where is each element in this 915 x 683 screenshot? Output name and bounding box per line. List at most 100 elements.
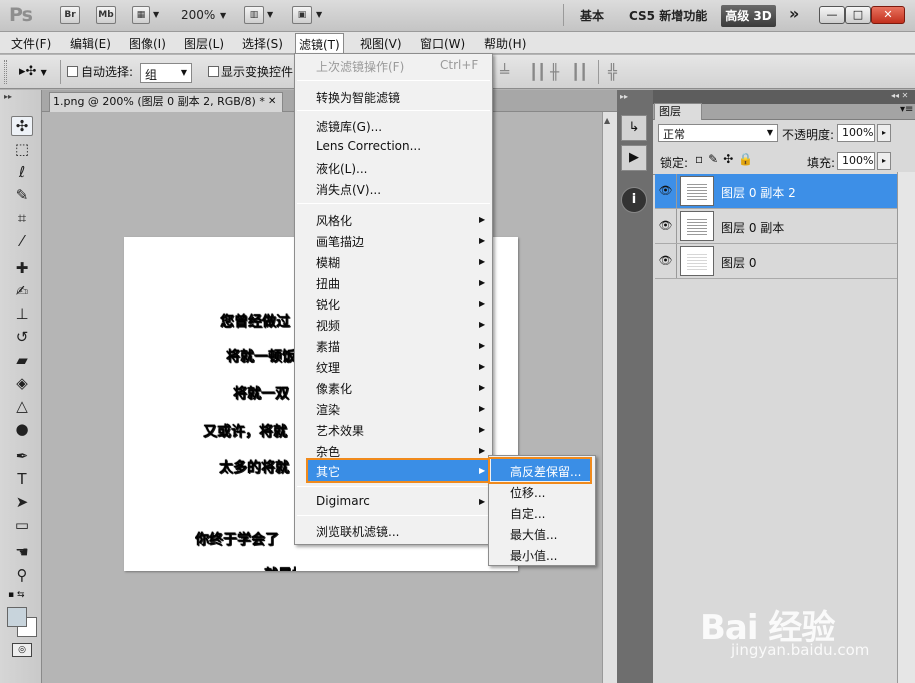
scroll-up-icon[interactable]: ▲ xyxy=(604,116,610,125)
actions-panel-icon[interactable]: ▶ xyxy=(621,145,647,171)
brush-strokes-item[interactable]: 画笔描边 xyxy=(316,233,364,250)
workspace-essentials[interactable]: 基本 xyxy=(580,7,604,24)
menu-view[interactable]: 视图(V) xyxy=(360,35,402,52)
layer-row[interactable]: 👁 图层 0 副本 xyxy=(655,209,897,244)
align-bottom-icon[interactable]: ╧ xyxy=(500,63,509,81)
lens-correction-item[interactable]: Lens Correction... xyxy=(316,139,421,153)
eyedropper-tool-icon[interactable]: ⁄ xyxy=(11,231,33,251)
artistic-item[interactable]: 艺术效果 xyxy=(316,422,364,439)
type-tool-icon[interactable]: T xyxy=(11,469,33,489)
dodge-tool-icon[interactable]: ● xyxy=(11,419,33,439)
history-panel-icon[interactable]: ↳ xyxy=(621,115,647,141)
distribute-center-icon[interactable]: ╫ xyxy=(550,63,559,81)
eraser-tool-icon[interactable]: ▰ xyxy=(11,350,33,370)
high-pass-item[interactable]: 高反差保留... xyxy=(510,463,581,480)
custom-item[interactable]: 自定... xyxy=(510,505,545,522)
liquify-item[interactable]: 液化(L)... xyxy=(316,160,368,177)
quick-mask-icon[interactable]: ◎ xyxy=(12,643,32,657)
digimarc-item[interactable]: Digimarc xyxy=(316,494,370,508)
move-tool-preset-icon[interactable]: ▸✣ ▼ xyxy=(19,64,47,79)
render-item[interactable]: 渲染 xyxy=(316,401,340,418)
video-item[interactable]: 视频 xyxy=(316,317,340,334)
hand-tool-icon[interactable]: ☚ xyxy=(11,542,33,562)
menu-filter[interactable]: 滤镜(T) xyxy=(295,33,344,53)
menu-edit[interactable]: 编辑(E) xyxy=(70,35,111,52)
marquee-tool-icon[interactable]: ⬚ xyxy=(11,139,33,159)
tab-layers[interactable]: 图层 xyxy=(654,103,702,120)
browse-filters-online-item[interactable]: 浏览联机滤镜... xyxy=(316,523,399,540)
noise-item[interactable]: 杂色 xyxy=(316,443,340,460)
more-workspaces-icon[interactable]: » xyxy=(789,4,799,23)
brush-tool-icon[interactable]: ✍ xyxy=(11,281,33,301)
paint-bucket-tool-icon[interactable]: ◈ xyxy=(11,373,33,393)
layer-name[interactable]: 图层 0 xyxy=(721,254,756,271)
fill-slider-button[interactable]: ▸ xyxy=(877,152,891,170)
sketch-item[interactable]: 素描 xyxy=(316,338,340,355)
layer-name[interactable]: 图层 0 副本 2 xyxy=(721,184,796,201)
menu-image[interactable]: 图像(I) xyxy=(129,35,166,52)
opacity-slider-button[interactable]: ▸ xyxy=(877,124,891,142)
layers-scrollbar[interactable] xyxy=(897,172,915,683)
workspace-cs5-new[interactable]: CS5 新增功能 xyxy=(629,7,707,24)
maximum-item[interactable]: 最大值... xyxy=(510,526,557,543)
foreground-color-swatch-front[interactable] xyxy=(7,607,27,627)
convert-smart-filter-item[interactable]: 转换为智能滤镜 xyxy=(316,89,400,106)
fill-input[interactable]: 100% xyxy=(837,152,875,170)
workspace-advanced-3d[interactable]: 高级 3D xyxy=(721,5,776,27)
bridge-button[interactable]: Br xyxy=(60,6,80,24)
zoom-tool-icon[interactable]: ⚲ xyxy=(11,565,33,585)
menu-help[interactable]: 帮助(H) xyxy=(484,35,526,52)
minimum-item[interactable]: 最小值... xyxy=(510,547,557,564)
maximize-button[interactable]: □ xyxy=(845,6,871,24)
texture-item[interactable]: 纹理 xyxy=(316,359,340,376)
grip-handle[interactable] xyxy=(4,60,7,84)
auto-select-checkbox[interactable] xyxy=(67,66,78,77)
panel-menu-icon[interactable]: ▾≡ xyxy=(900,104,913,115)
move-tool-icon[interactable]: ✣ xyxy=(11,116,33,136)
chevron-down-icon[interactable]: ▼ xyxy=(220,11,226,20)
menu-select[interactable]: 选择(S) xyxy=(242,35,283,52)
opacity-input[interactable]: 100% xyxy=(837,124,875,142)
layer-name[interactable]: 图层 0 副本 xyxy=(721,219,784,236)
collapse-icon[interactable]: ▸▸ xyxy=(620,92,628,101)
distort-item[interactable]: 扭曲 xyxy=(316,275,340,292)
close-window-button[interactable]: ✕ xyxy=(871,6,905,24)
screen-mode-button[interactable]: ▣ ▼ xyxy=(292,6,324,24)
pen-tool-icon[interactable]: ✒ xyxy=(11,446,33,466)
layer-row[interactable]: 👁 图层 0 副本 2 xyxy=(655,174,897,209)
lock-options-icons[interactable]: ▫✎✣🔒 xyxy=(695,152,758,166)
show-transform-checkbox[interactable] xyxy=(208,66,219,77)
history-brush-tool-icon[interactable]: ↺ xyxy=(11,327,33,347)
distribute-right-icon[interactable]: ┃┃ xyxy=(571,63,588,81)
filter-gallery-item[interactable]: 滤镜库(G)... xyxy=(316,118,382,135)
canvas-scrollbar[interactable] xyxy=(602,112,617,683)
path-select-tool-icon[interactable]: ➤ xyxy=(11,492,33,512)
vanishing-point-item[interactable]: 消失点(V)... xyxy=(316,181,381,198)
zoom-level[interactable]: 200% xyxy=(181,8,215,22)
view-extras-button[interactable]: ▦ ▼ xyxy=(132,6,159,24)
shape-tool-icon[interactable]: ▭ xyxy=(11,515,33,535)
eye-icon[interactable]: 👁 xyxy=(655,244,677,278)
lasso-tool-icon[interactable]: ℓ xyxy=(11,162,33,182)
eye-icon[interactable]: 👁 xyxy=(655,209,677,243)
menu-window[interactable]: 窗口(W) xyxy=(420,35,465,52)
quick-select-tool-icon[interactable]: ✎ xyxy=(11,185,33,205)
menu-file[interactable]: 文件(F) xyxy=(11,35,51,52)
sharpen-item[interactable]: 锐化 xyxy=(316,296,340,313)
document-tab[interactable]: 1.png @ 200% (图层 0 副本 2, RGB/8) * ✕ xyxy=(49,92,283,112)
distribute-left-icon[interactable]: ┃┃ xyxy=(529,63,546,81)
layer-row[interactable]: 👁 图层 0 xyxy=(655,244,897,279)
pixelate-item[interactable]: 像素化 xyxy=(316,380,352,397)
stamp-tool-icon[interactable]: ⊥ xyxy=(11,304,33,324)
menu-layer[interactable]: 图层(L) xyxy=(184,35,224,52)
collapse-icon[interactable]: ▸▸ xyxy=(4,92,12,101)
auto-align-icon[interactable]: ╬ xyxy=(608,63,617,81)
default-colors-icon[interactable]: ▪ ⇆ xyxy=(8,590,25,600)
healing-brush-tool-icon[interactable]: ✚ xyxy=(11,258,33,278)
stylize-item[interactable]: 风格化 xyxy=(316,212,352,229)
eye-icon[interactable]: 👁 xyxy=(655,174,677,208)
blur-item[interactable]: 模糊 xyxy=(316,254,340,271)
minimize-button[interactable]: — xyxy=(819,6,845,24)
blend-mode-dropdown[interactable]: 正常 ▼ xyxy=(658,124,778,142)
auto-select-dropdown[interactable]: 组 ▼ xyxy=(140,63,192,83)
